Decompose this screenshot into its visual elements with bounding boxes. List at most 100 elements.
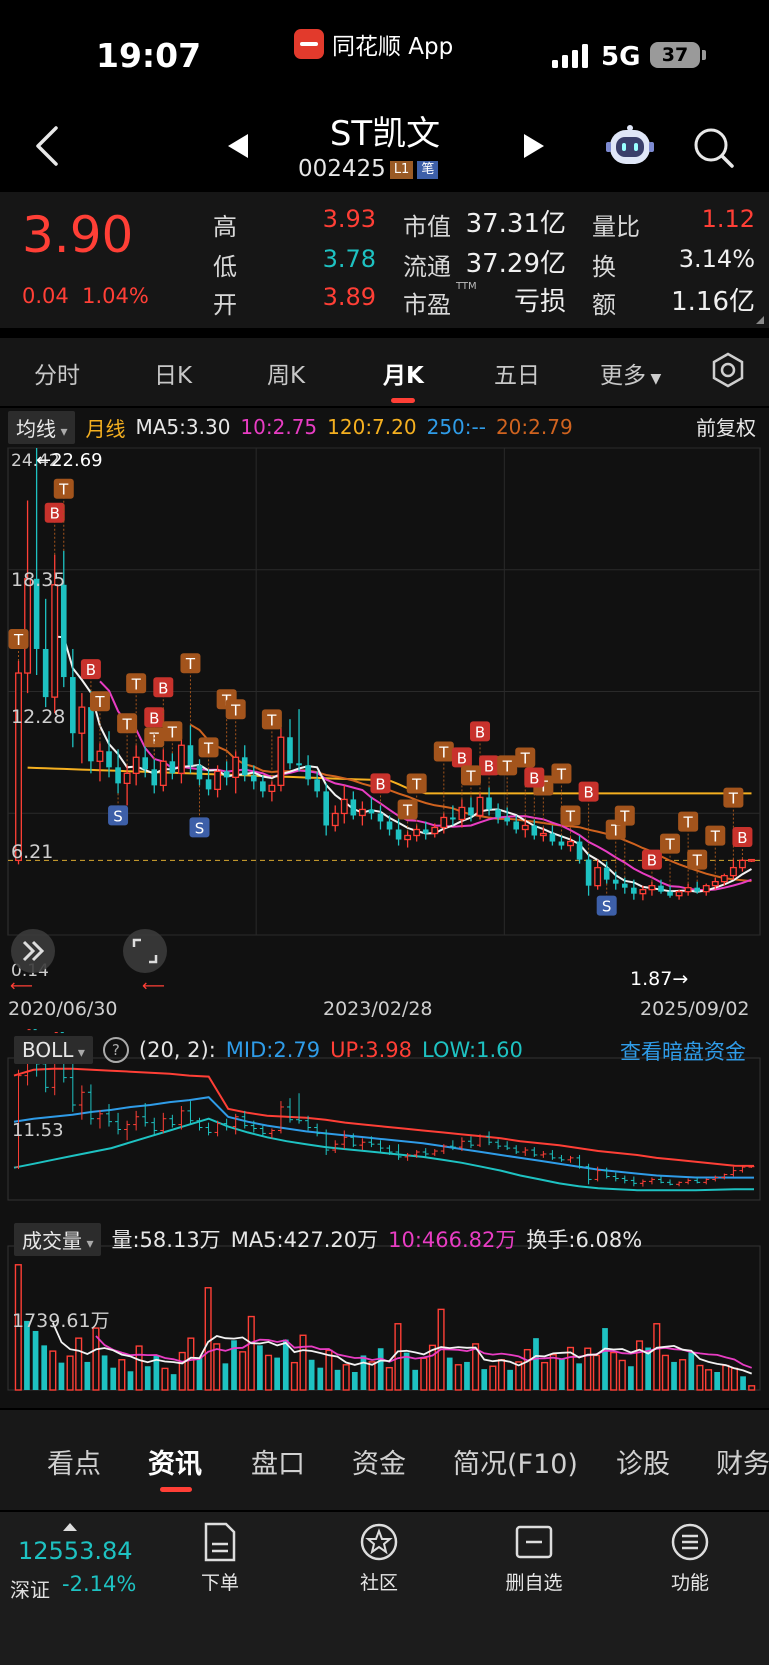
signal-label: T bbox=[520, 749, 531, 767]
candle-body bbox=[631, 887, 637, 894]
battery-icon: 37 bbox=[650, 42, 700, 68]
help-icon[interactable]: ? bbox=[102, 1037, 129, 1063]
signal-label: B bbox=[86, 661, 96, 679]
ma120-value: 120:7.20 bbox=[327, 415, 417, 439]
fullscreen-icon[interactable] bbox=[122, 928, 168, 974]
tab-daily-k[interactable]: 日K bbox=[154, 356, 192, 390]
dark-pool-link[interactable]: 查看暗盘资金 bbox=[620, 1036, 746, 1066]
candle-body bbox=[431, 826, 439, 835]
tab-highlights[interactable]: 看点 bbox=[47, 1442, 101, 1481]
signal-label: T bbox=[619, 808, 630, 826]
candle-body bbox=[476, 796, 484, 817]
tab-more[interactable]: 更多 ▼ bbox=[600, 356, 661, 390]
y-tick-3: 12.28 bbox=[11, 706, 66, 728]
volume-bar bbox=[533, 1338, 539, 1390]
signal-label: B bbox=[583, 784, 593, 802]
tab-monthly-k[interactable]: 月K bbox=[383, 356, 424, 390]
candle-body bbox=[268, 784, 276, 793]
volume-selector[interactable]: 成交量 bbox=[14, 1222, 102, 1256]
candle-body bbox=[684, 887, 692, 893]
candle-body bbox=[241, 757, 248, 776]
volume-bar bbox=[403, 1352, 410, 1390]
tab-profile[interactable]: 简况(F10) bbox=[453, 1442, 578, 1481]
tab-orderbook[interactable]: 盘口 bbox=[251, 1442, 305, 1481]
signal-label: B bbox=[475, 723, 485, 741]
volume-bar bbox=[696, 1364, 704, 1391]
tab-funds[interactable]: 资金 bbox=[352, 1442, 406, 1481]
indicator-selector[interactable]: 均线 bbox=[8, 410, 76, 444]
candle-body bbox=[368, 809, 375, 814]
signal-label: T bbox=[710, 828, 721, 846]
fast-forward-icon[interactable] bbox=[10, 928, 56, 974]
candle-body bbox=[748, 858, 755, 862]
volume-bar bbox=[714, 1372, 721, 1390]
candle-body bbox=[658, 885, 664, 892]
volume-bar bbox=[610, 1351, 618, 1391]
back-arrow-icon[interactable] bbox=[30, 124, 64, 168]
volume-bar bbox=[368, 1361, 376, 1391]
remove-watchlist-button[interactable]: 删自选 bbox=[489, 1522, 579, 1595]
adjust-mode[interactable]: 前复权 bbox=[696, 412, 756, 441]
signal-icon bbox=[552, 44, 588, 68]
signal-label: T bbox=[13, 631, 24, 649]
candle-body bbox=[250, 775, 257, 782]
low-label: 低 bbox=[213, 253, 237, 281]
volratio-value: 1.12 bbox=[701, 205, 755, 233]
candle-body bbox=[612, 879, 619, 884]
right-scroll-arrow-icon[interactable]: ⟵ bbox=[142, 976, 165, 995]
charts-canvas[interactable]: TBTBTTTBBTSTSTTTTTTTTBBBBTTTTTTBBSTTBTTT… bbox=[0, 440, 769, 1408]
community-button[interactable]: 社区 bbox=[334, 1522, 424, 1595]
tab-news[interactable]: 资讯 bbox=[148, 1442, 202, 1481]
volume-bar bbox=[420, 1357, 428, 1391]
status-time: 19:07 bbox=[96, 36, 202, 75]
candle-body bbox=[738, 859, 746, 869]
volume-bar bbox=[688, 1352, 695, 1390]
expand-corner-icon[interactable] bbox=[756, 316, 764, 324]
period-label: 月线 bbox=[85, 416, 126, 441]
volume-bar bbox=[628, 1366, 634, 1390]
tab-weekly-k[interactable]: 周K bbox=[267, 356, 305, 390]
next-stock-icon[interactable] bbox=[522, 132, 546, 160]
signal-label: T bbox=[683, 814, 694, 832]
expand-up-icon[interactable] bbox=[63, 1523, 77, 1531]
tab-financials[interactable]: 财务 bbox=[716, 1442, 769, 1481]
volume-bar bbox=[290, 1361, 298, 1391]
ai-assistant-icon[interactable] bbox=[606, 124, 654, 168]
candle-body bbox=[458, 806, 466, 821]
volume-bar bbox=[334, 1369, 341, 1390]
volume-bar bbox=[178, 1351, 186, 1391]
candle-body bbox=[729, 866, 737, 877]
tab-more-label: 更多 bbox=[600, 363, 646, 389]
index-value[interactable]: 12553.84 bbox=[18, 1537, 133, 1565]
signal-label: T bbox=[122, 715, 133, 733]
candle-body bbox=[404, 834, 412, 841]
stock-code: 002425 bbox=[298, 156, 386, 182]
functions-button[interactable]: 功能 bbox=[645, 1522, 735, 1595]
volume-bar bbox=[187, 1337, 195, 1391]
tab-intraday[interactable]: 分时 bbox=[34, 356, 80, 390]
signal-label: T bbox=[230, 701, 241, 719]
stock-code-row: 002425 L1 笔 bbox=[298, 156, 439, 182]
amount-value: 1.16亿 bbox=[671, 287, 755, 317]
community-icon bbox=[360, 1523, 398, 1561]
signal-label: T bbox=[131, 675, 142, 693]
candle-body bbox=[350, 799, 357, 816]
boll-selector[interactable]: BOLL bbox=[14, 1036, 93, 1064]
prev-stock-icon[interactable] bbox=[226, 132, 250, 160]
candle-body bbox=[702, 885, 710, 893]
volume-bar bbox=[144, 1366, 151, 1390]
signal-label: S bbox=[602, 898, 612, 916]
order-button[interactable]: 下单 bbox=[175, 1522, 265, 1595]
volume-bar bbox=[84, 1361, 91, 1390]
search-icon[interactable] bbox=[692, 126, 736, 170]
left-scroll-arrow-icon[interactable]: ⟵ bbox=[10, 976, 33, 995]
chart-settings-icon[interactable] bbox=[710, 352, 746, 388]
signal-label: T bbox=[203, 739, 214, 757]
signal-label: T bbox=[58, 481, 69, 499]
volume-ma10: 10:466.82万 bbox=[388, 1228, 517, 1252]
x-tick-end: 2025/09/02 bbox=[640, 998, 750, 1020]
candle-body bbox=[413, 828, 421, 837]
tab-five-day[interactable]: 五日 bbox=[494, 356, 540, 390]
open-value: 3.89 bbox=[322, 283, 376, 311]
tab-diagnosis[interactable]: 诊股 bbox=[616, 1442, 670, 1481]
